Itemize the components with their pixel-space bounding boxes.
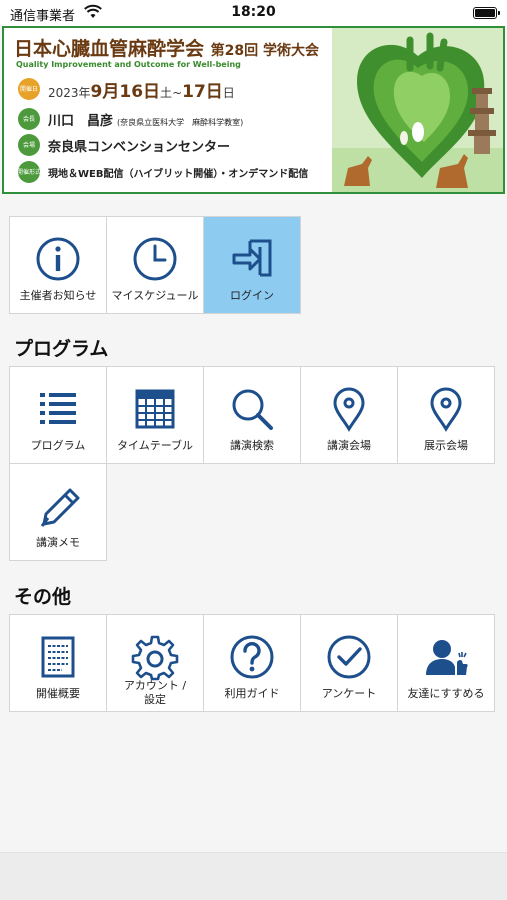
timetable-button[interactable]: タイムテーブル <box>106 366 204 464</box>
program-menu: プログラム タイムテーブル 講演検索 講演会場 展示会場 講演メモ <box>9 366 507 561</box>
dates-badge: 開催日 <box>18 78 40 100</box>
search-icon <box>232 389 273 430</box>
login-label: ログイン <box>230 289 274 302</box>
clock: 18:20 <box>231 4 276 20</box>
other-menu: 開催概要 アカウント / 設定 利用ガイド アンケート 友達にすすめる <box>9 614 495 712</box>
exhibition-venue-label: 展示会場 <box>424 439 468 452</box>
list-icon <box>40 393 76 424</box>
login-icon <box>232 239 272 277</box>
banner-chair: 川口 昌彦 (奈良県立医科大学 麻酔科学教室) <box>48 113 244 129</box>
session-memo-label: 講演メモ <box>36 536 80 549</box>
program-section-title: プログラム <box>14 338 109 360</box>
recommend-friend-label: 友達にすすめる <box>407 687 485 700</box>
conference-banner[interactable]: 日本心臓血管麻酔学会 第28回 学術大会 Quality Improvement… <box>2 26 505 194</box>
document-icon <box>41 636 75 678</box>
bottom-bar <box>0 852 507 900</box>
lecture-venue-button[interactable]: 講演会場 <box>300 366 398 464</box>
lecture-venue-label: 講演会場 <box>327 439 371 452</box>
session-search-button[interactable]: 講演検索 <box>203 366 301 464</box>
my-schedule-label: マイスケジュール <box>111 289 199 302</box>
status-bar: 通信事業者 18:20 <box>0 0 507 26</box>
timetable-label: タイムテーブル <box>116 439 194 452</box>
heart-artwork-image <box>332 28 503 192</box>
map-pin-icon <box>333 387 365 432</box>
gear-icon <box>131 635 179 681</box>
banner-title: 日本心臓血管麻酔学会 第28回 学術大会 <box>14 34 319 61</box>
login-button[interactable]: ログイン <box>203 216 301 314</box>
banner-dates-row: 開催日 2023年9月16日土~17日日 <box>18 78 235 102</box>
banner-format: 現地＆WEB配信（ハイブリット開催）・オンデマンド配信 <box>48 168 309 180</box>
organizer-news-button[interactable]: 主催者お知らせ <box>9 216 107 314</box>
account-settings-button[interactable]: アカウント / 設定 <box>106 614 204 712</box>
survey-button[interactable]: アンケート <box>300 614 398 712</box>
info-icon <box>36 237 80 281</box>
session-search-label: 講演検索 <box>230 439 274 452</box>
help-icon <box>230 635 274 679</box>
top-menu: 主催者お知らせ マイスケジュール ログイン <box>9 216 301 314</box>
other-section-title: その他 <box>14 586 72 608</box>
overview-label: 開催概要 <box>36 687 80 700</box>
banner-dates: 2023年9月16日土~17日日 <box>48 81 235 102</box>
banner-title-sub: 第28回 学術大会 <box>210 43 319 59</box>
program-button[interactable]: プログラム <box>9 366 107 464</box>
organizer-news-label: 主催者お知らせ <box>19 289 97 302</box>
survey-label: アンケート <box>321 687 377 700</box>
calendar-icon <box>135 389 175 429</box>
banner-chair-row: 会長 川口 昌彦 (奈良県立医科大学 麻酔科学教室) <box>18 108 243 130</box>
pencil-icon <box>40 488 80 527</box>
battery-icon <box>473 7 500 19</box>
overview-button[interactable]: 開催概要 <box>9 614 107 712</box>
banner-subtitle: Quality Improvement and Outcome for Well… <box>16 60 241 69</box>
clock-icon <box>133 237 177 281</box>
exhibition-venue-button[interactable]: 展示会場 <box>397 366 495 464</box>
program-label: プログラム <box>30 439 86 452</box>
chair-badge: 会長 <box>18 108 40 130</box>
banner-venue-row: 会場 奈良県コンベンションセンター <box>18 134 230 156</box>
banner-venue: 奈良県コンベンションセンター <box>48 139 231 155</box>
format-badge: 開催形式 <box>17 161 41 183</box>
account-settings-label: アカウント / 設定 <box>123 679 187 706</box>
banner-format-row: 開催形式 現地＆WEB配信（ハイブリット開催）・オンデマンド配信 <box>17 161 309 183</box>
recommend-friend-button[interactable]: 友達にすすめる <box>397 614 495 712</box>
check-circle-icon <box>327 635 371 679</box>
map-pin-icon <box>430 387 462 432</box>
banner-title-main: 日本心臓血管麻酔学会 <box>14 38 205 60</box>
recommend-user-icon <box>426 640 468 675</box>
venue-badge: 会場 <box>18 134 40 156</box>
my-schedule-button[interactable]: マイスケジュール <box>106 216 204 314</box>
usage-guide-label: 利用ガイド <box>224 687 280 700</box>
session-memo-button[interactable]: 講演メモ <box>9 463 107 561</box>
usage-guide-button[interactable]: 利用ガイド <box>203 614 301 712</box>
